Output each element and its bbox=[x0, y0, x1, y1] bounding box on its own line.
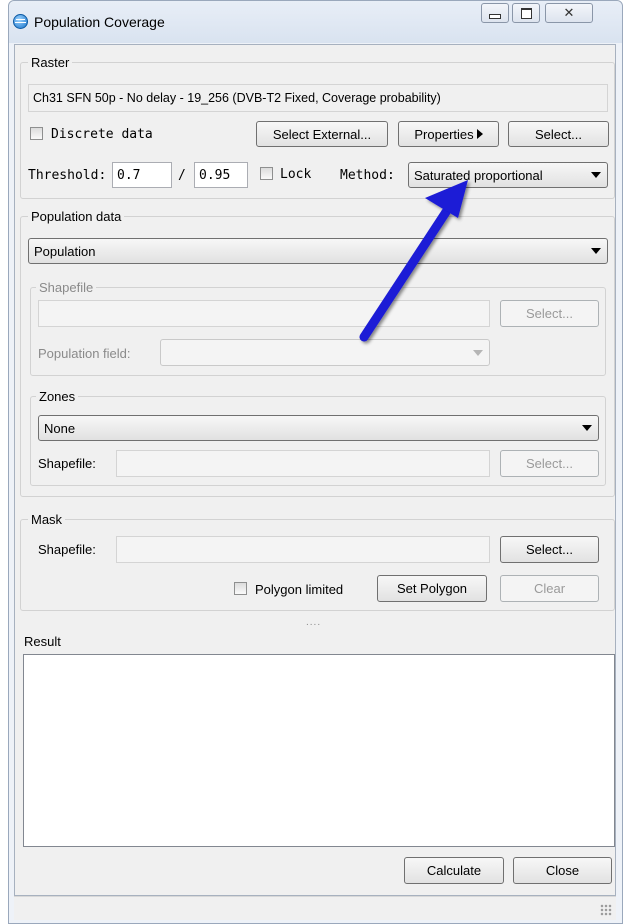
annotation-arrow bbox=[359, 180, 468, 342]
arrow-shape bbox=[359, 180, 468, 342]
